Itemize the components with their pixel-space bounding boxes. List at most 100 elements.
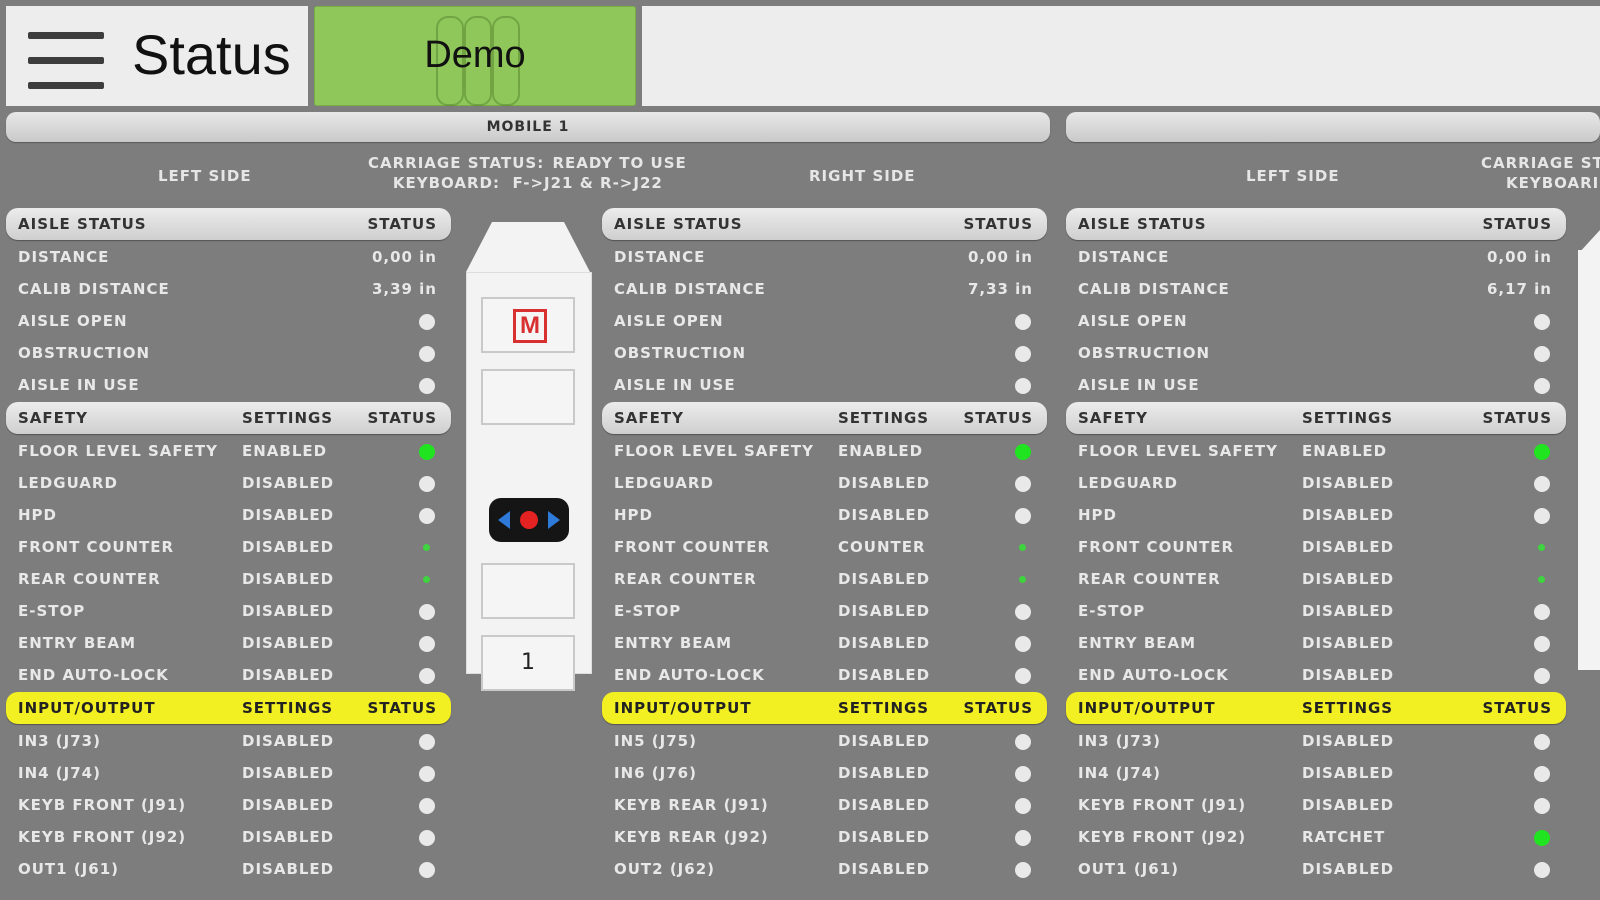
aisle-row-label: OBSTRUCTION <box>614 344 747 362</box>
status-indicator-icon <box>419 734 435 750</box>
safety-settings-col: SETTINGS <box>838 409 930 427</box>
aisle-row-value: 3,39 in <box>371 280 437 298</box>
safety-row: REAR COUNTER DISABLED <box>602 562 1047 594</box>
cart-number-slot[interactable]: 1 <box>481 635 575 691</box>
io-status-col: STATUS <box>963 699 1033 717</box>
aisle-status-col: STATUS <box>963 215 1033 233</box>
io-row-label: KEYB REAR (J91) <box>614 796 769 814</box>
status-indicator-icon <box>1019 544 1026 551</box>
safety-row-setting: ENABLED <box>242 442 328 460</box>
io-row: KEYB FRONT (J92) DISABLED <box>6 820 451 852</box>
status-indicator-icon <box>1534 766 1550 782</box>
safety-row-label: END AUTO-LOCK <box>1078 666 1229 684</box>
aisle-row-label: OBSTRUCTION <box>1078 344 1211 362</box>
aisle-status-title: AISLE STATUS <box>614 215 743 233</box>
io-row: OUT2 (J62) DISABLED <box>602 852 1047 884</box>
page-title: Status <box>132 23 291 86</box>
io-settings-col: SETTINGS <box>838 699 930 717</box>
io-settings-col: SETTINGS <box>242 699 334 717</box>
status-indicator-icon <box>423 544 430 551</box>
move-direction-control[interactable] <box>489 498 569 542</box>
status-indicator-icon <box>419 444 435 460</box>
mobile-1-label: MOBILE 1 <box>486 119 570 135</box>
io-row-setting: DISABLED <box>1302 764 1395 782</box>
status-indicator-icon <box>423 576 430 583</box>
io-row: KEYB REAR (J92) DISABLED <box>602 820 1047 852</box>
io-row-setting: DISABLED <box>1302 860 1395 878</box>
io-row-setting: DISABLED <box>242 796 335 814</box>
safety-row: FRONT COUNTER DISABLED <box>6 530 451 562</box>
aisle-row-label: AISLE OPEN <box>614 312 724 330</box>
aisle-status-header: AISLE STATUS STATUS <box>1066 208 1566 240</box>
safety-row-setting: DISABLED <box>838 666 931 684</box>
menu-icon[interactable] <box>28 32 104 90</box>
aisle-row-label: AISLE IN USE <box>614 376 736 394</box>
safety-row-setting: COUNTER <box>838 538 926 556</box>
safety-row-setting: DISABLED <box>838 506 931 524</box>
mobile-2-bar[interactable] <box>1066 112 1600 142</box>
carriage-status-value: READY TO USE <box>552 154 687 172</box>
safety-header: SAFETY SETTINGS STATUS <box>602 402 1047 434</box>
io-row: KEYB FRONT (J91) DISABLED <box>6 788 451 820</box>
safety-settings-col: SETTINGS <box>1302 409 1394 427</box>
mobile-1-bar[interactable]: MOBILE 1 <box>6 112 1050 142</box>
safety-row-label: E-STOP <box>614 602 682 620</box>
safety-row-setting: DISABLED <box>1302 474 1395 492</box>
safety-row-setting: DISABLED <box>838 570 931 588</box>
safety-row-label: END AUTO-LOCK <box>614 666 765 684</box>
io-row-setting: DISABLED <box>838 732 931 750</box>
aisle-row-value: 0,00 in <box>371 248 437 266</box>
aisle-status-col: STATUS <box>367 215 437 233</box>
io-row-setting: DISABLED <box>242 764 335 782</box>
aisle-row: AISLE OPEN <box>602 304 1047 336</box>
safety-row: ENTRY BEAM DISABLED <box>602 626 1047 658</box>
aisle-row-label: CALIB DISTANCE <box>1078 280 1230 298</box>
safety-row-label: REAR COUNTER <box>1078 570 1221 588</box>
input-output-header: INPUT/OUTPUT SETTINGS STATUS <box>1066 692 1566 724</box>
status-indicator-icon <box>1534 314 1550 330</box>
safety-row-label: E-STOP <box>18 602 86 620</box>
keyboard-key: KEYBOARD: <box>392 174 500 192</box>
aisle-row-label: AISLE OPEN <box>18 312 128 330</box>
status-indicator-icon <box>419 766 435 782</box>
aisle-row: CALIB DISTANCE 7,33 in <box>602 272 1047 304</box>
io-row-setting: DISABLED <box>242 860 335 878</box>
status-indicator-icon <box>1538 544 1545 551</box>
safety-title: SAFETY <box>614 409 684 427</box>
status-indicator-icon <box>419 830 435 846</box>
carriage-info-2: CARRIAGE ST KEYBOARI <box>1481 153 1600 193</box>
io-row-setting: DISABLED <box>838 764 931 782</box>
safety-row: LEDGUARD DISABLED <box>6 466 451 498</box>
aisle-row: OBSTRUCTION <box>1066 336 1566 368</box>
safety-row-setting: ENABLED <box>838 442 924 460</box>
safety-row-label: HPD <box>18 506 57 524</box>
demo-button[interactable]: Demo <box>314 6 636 106</box>
status-indicator-icon <box>419 668 435 684</box>
aisle-row-value: 7,33 in <box>967 280 1033 298</box>
io-row-setting: DISABLED <box>242 732 335 750</box>
aisle-row: CALIB DISTANCE 3,39 in <box>6 272 451 304</box>
cart-slot-empty-1[interactable] <box>481 369 575 425</box>
aisle-row-label: OBSTRUCTION <box>18 344 151 362</box>
safety-row: HPD DISABLED <box>6 498 451 530</box>
manual-mode-slot[interactable]: M <box>481 297 575 353</box>
status-indicator-icon <box>1015 604 1031 620</box>
red-dot-icon <box>520 511 538 529</box>
io-row-label: KEYB FRONT (J91) <box>1078 796 1247 814</box>
io-row: OUT1 (J61) DISABLED <box>1066 852 1566 884</box>
cart-slot-empty-2[interactable] <box>481 563 575 619</box>
aisle-status-header: AISLE STATUS STATUS <box>602 208 1047 240</box>
carriage-graphic-partial <box>1578 250 1600 670</box>
safety-row: LEDGUARD DISABLED <box>1066 466 1566 498</box>
status-indicator-icon <box>419 862 435 878</box>
safety-row-label: REAR COUNTER <box>614 570 757 588</box>
cart-roof <box>466 222 590 272</box>
safety-row: E-STOP DISABLED <box>1066 594 1566 626</box>
io-row-setting: RATCHET <box>1302 828 1386 846</box>
safety-row-setting: DISABLED <box>838 474 931 492</box>
aisle-status-col: STATUS <box>1482 215 1552 233</box>
safety-row-label: ENTRY BEAM <box>614 634 733 652</box>
input-output-header: INPUT/OUTPUT SETTINGS STATUS <box>6 692 451 724</box>
manual-mode-icon: M <box>513 309 547 343</box>
io-title: INPUT/OUTPUT <box>1078 699 1216 717</box>
